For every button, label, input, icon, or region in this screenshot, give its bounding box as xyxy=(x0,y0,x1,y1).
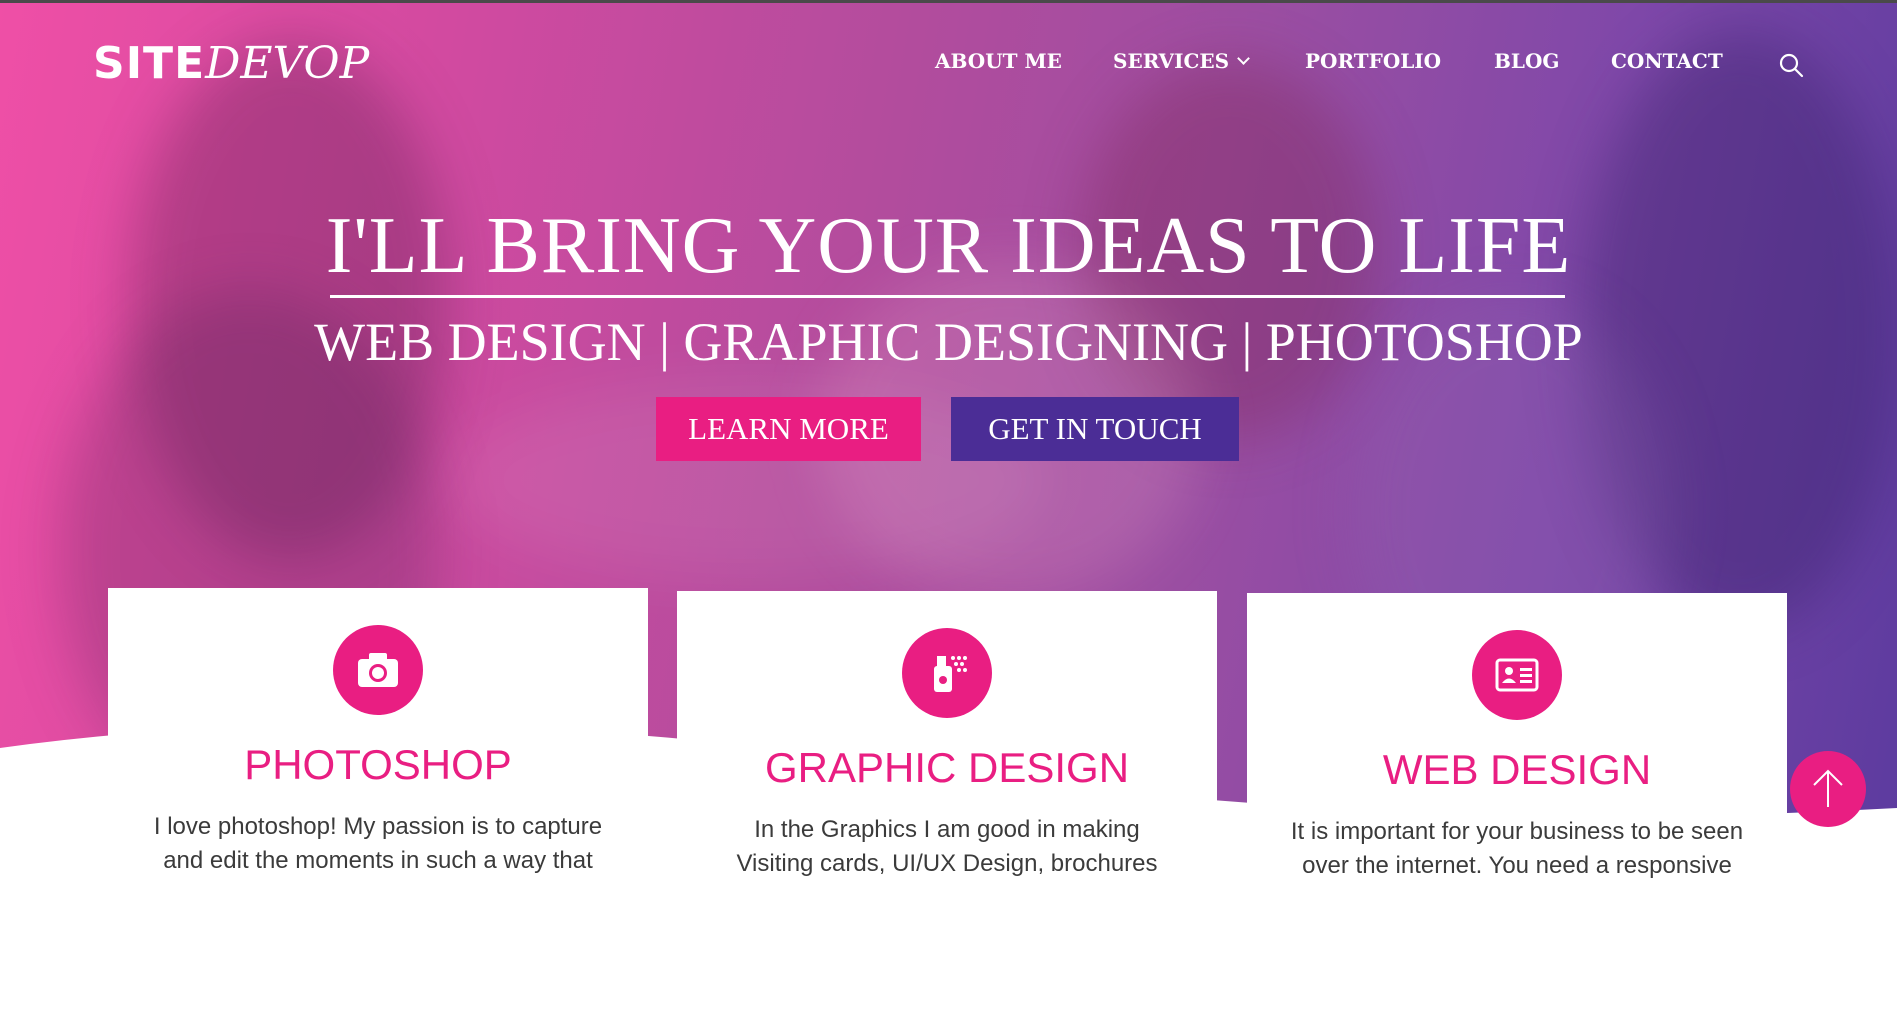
card-text-line: In the Graphics I am good in making xyxy=(754,816,1140,843)
card-title: PHOTOSHOP xyxy=(244,741,512,788)
card-title: GRAPHIC DESIGN xyxy=(764,744,1130,791)
hero-subheadline: WEB DESIGN | GRAPHIC DESIGNING | PHOTOSH… xyxy=(314,312,1583,372)
card-text-line: and edit the moments in such a way that xyxy=(163,847,593,874)
chevron-down-icon xyxy=(1237,52,1250,65)
card-text: In the Graphics I am good in making Visi… xyxy=(697,813,1197,881)
service-card-web-design: WEB DESIGN It is important for your busi… xyxy=(1247,593,1787,1013)
hero-divider xyxy=(330,295,1565,298)
scroll-to-top-button[interactable] xyxy=(1790,751,1866,827)
arrow-up-icon xyxy=(1813,769,1843,807)
top-border xyxy=(0,0,1897,3)
service-card-photoshop: PHOTOSHOP I love photoshop! My passion i… xyxy=(108,588,648,1008)
logo-text-devop: DEVOP xyxy=(205,38,370,89)
learn-more-button[interactable]: LEARN MORE xyxy=(656,397,921,461)
nav-about-me[interactable]: ABOUT ME xyxy=(935,46,1062,76)
card-text: It is important for your business to be … xyxy=(1267,815,1767,883)
nav-blog[interactable]: BLOG xyxy=(1494,46,1559,76)
camera-icon xyxy=(333,625,423,715)
nav-services[interactable]: SERVICES xyxy=(1113,46,1250,76)
nav-services-label: SERVICES xyxy=(1113,49,1230,73)
card-title: WEB DESIGN xyxy=(1382,746,1652,793)
nav-portfolio[interactable]: PORTFOLIO xyxy=(1305,46,1441,76)
search-icon[interactable] xyxy=(1778,52,1804,78)
get-in-touch-button[interactable]: GET IN TOUCH xyxy=(951,397,1239,461)
card-text-line: It is important for your business to be … xyxy=(1290,818,1744,845)
hero-headline: I'LL BRING YOUR IDEAS TO LIFE xyxy=(325,202,1572,290)
service-card-graphic-design: GRAPHIC DESIGN In the Graphics I am good… xyxy=(677,591,1217,1011)
spray-icon xyxy=(902,628,992,718)
card-text-line: I love photoshop! My passion is to captu… xyxy=(153,813,603,840)
site-logo[interactable]: SITEDEVOP xyxy=(93,38,369,90)
card-text: I love photoshop! My passion is to captu… xyxy=(128,810,628,878)
card-text-line: over the internet. You need a responsive xyxy=(1302,852,1732,879)
nav-contact[interactable]: CONTACT xyxy=(1611,46,1723,76)
card-text-line: Visiting cards, UI/UX Design, brochures xyxy=(736,850,1158,877)
logo-text-site: SITE xyxy=(93,38,206,89)
id-card-icon xyxy=(1472,630,1562,720)
